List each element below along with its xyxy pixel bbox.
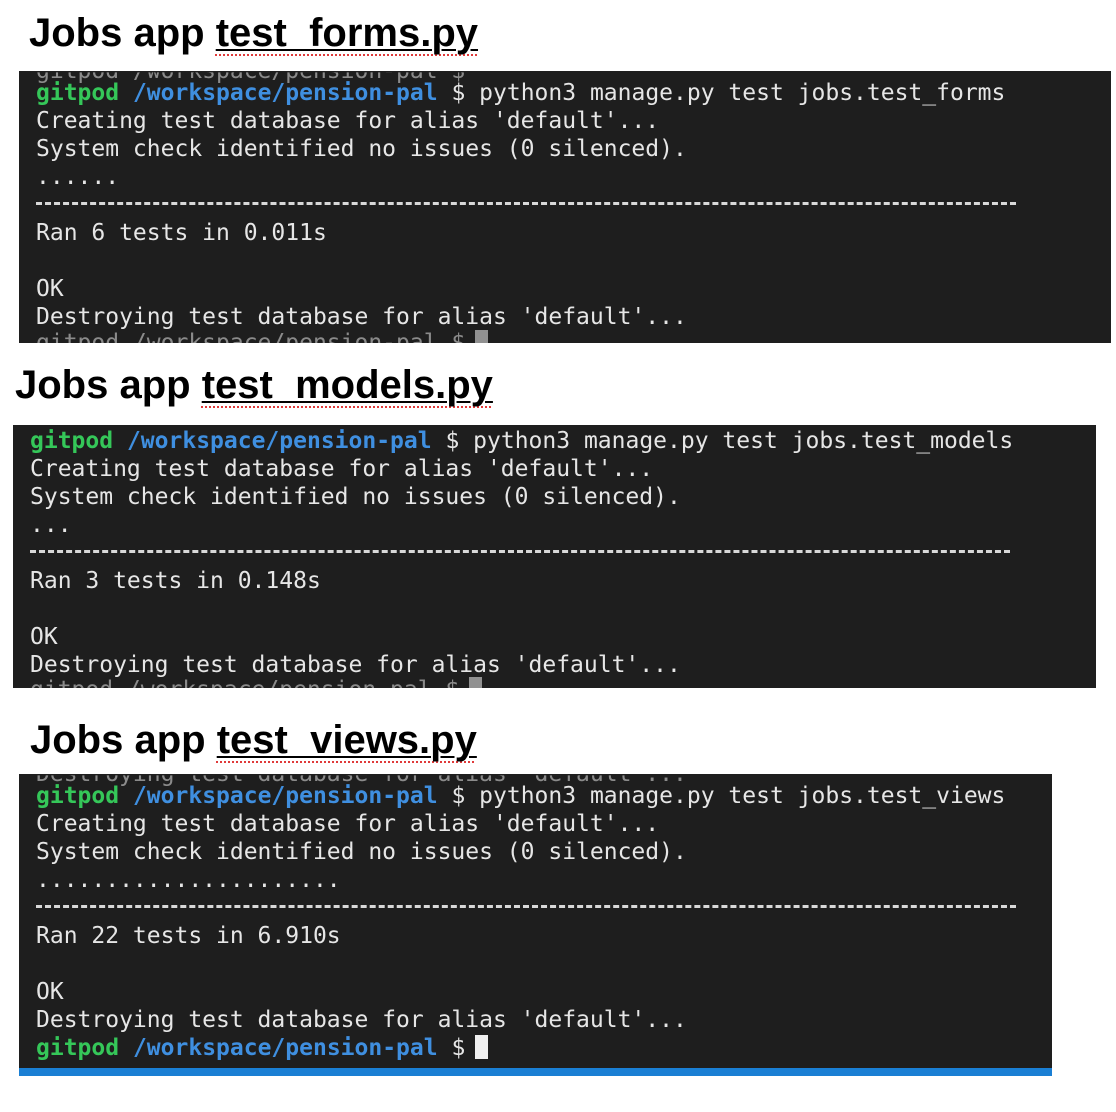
progress-dots: ... (30, 512, 72, 538)
creating-db-line: Creating test database for alias 'defaul… (36, 811, 660, 837)
heading-file: test_forms.py (215, 11, 479, 55)
result-ok: OK (30, 624, 58, 650)
system-check-line: System check identified no issues (0 sil… (36, 839, 687, 865)
command-line: gitpod /workspace/pension-pal $ python3 … (30, 427, 1013, 455)
terminal-models[interactable]: gitpod /workspace/pension-pal $ python3 … (13, 425, 1096, 688)
heading-file: test_models.py (201, 363, 493, 407)
prompt-user: gitpod (30, 428, 114, 454)
creating-db-line: Creating test database for alias 'defaul… (30, 456, 654, 482)
system-check-line: System check identified no issues (0 sil… (36, 136, 687, 162)
destroying-db-line: Destroying test database for alias 'defa… (36, 1007, 687, 1033)
prompt-symbol: $ (451, 783, 466, 809)
next-prompt-text: gitpod /workspace/pension-pal $ (30, 677, 459, 688)
prompt-path: /workspace/pension-pal (132, 80, 438, 106)
cursor-block (475, 330, 489, 343)
destroying-db-line: Destroying test database for alias 'defa… (36, 304, 687, 330)
cursor-block (469, 677, 483, 688)
separator-rule (30, 550, 1010, 553)
prompt-path: /workspace/pension-pal (126, 428, 432, 454)
command-text: python3 manage.py test jobs.test_models (473, 428, 1014, 454)
terminal-views[interactable]: Destroying test database for alias 'defa… (19, 774, 1052, 1076)
result-ok: OK (36, 979, 64, 1005)
command-line: gitpod /workspace/pension-pal $ python3 … (36, 782, 1005, 810)
progress-dots: ...... (36, 164, 120, 190)
heading-prefix: Jobs app (15, 363, 202, 407)
next-prompt-line: gitpod /workspace/pension-pal $ (36, 329, 489, 343)
next-prompt-line: gitpod /workspace/pension-pal $ (30, 676, 483, 688)
creating-db-line: Creating test database for alias 'defaul… (36, 108, 660, 134)
result-ok: OK (36, 276, 64, 302)
cursor-block (475, 1035, 489, 1059)
terminal-forms[interactable]: gitpod /workspace/pension-pal $ gitpod /… (19, 71, 1111, 343)
command-line: gitpod /workspace/pension-pal $ python3 … (36, 79, 1005, 107)
ran-tests-line: Ran 22 tests in 6.910s (36, 923, 341, 949)
status-bar (19, 1068, 1052, 1076)
heading-prefix: Jobs app (30, 718, 217, 762)
destroying-db-line: Destroying test database for alias 'defa… (30, 652, 681, 678)
prompt-symbol: $ (451, 1035, 466, 1061)
progress-dots: ...................... (36, 867, 341, 893)
final-prompt-line: gitpod /workspace/pension-pal $ (36, 1034, 489, 1062)
heading-file: test_views.py (216, 718, 477, 762)
command-text: python3 manage.py test jobs.test_views (479, 783, 1006, 809)
section-heading-models: Jobs app test_models.py (15, 362, 493, 408)
prompt-user: gitpod (36, 80, 120, 106)
next-prompt-text: gitpod /workspace/pension-pal $ (36, 330, 466, 343)
ran-tests-line: Ran 3 tests in 0.148s (30, 568, 321, 594)
prompt-path: /workspace/pension-pal (132, 1035, 438, 1061)
separator-rule (36, 905, 1016, 908)
system-check-line: System check identified no issues (0 sil… (30, 484, 681, 510)
heading-prefix: Jobs app (29, 11, 216, 55)
separator-rule (36, 202, 1016, 205)
section-heading-forms: Jobs app test_forms.py (29, 10, 478, 56)
prompt-user: gitpod (36, 783, 120, 809)
prompt-path: /workspace/pension-pal (132, 783, 438, 809)
prompt-symbol: $ (451, 80, 466, 106)
prompt-symbol: $ (445, 428, 460, 454)
ran-tests-line: Ran 6 tests in 0.011s (36, 220, 327, 246)
command-text: python3 manage.py test jobs.test_forms (479, 80, 1006, 106)
section-heading-views: Jobs app test_views.py (30, 717, 477, 763)
prompt-user: gitpod (36, 1035, 120, 1061)
